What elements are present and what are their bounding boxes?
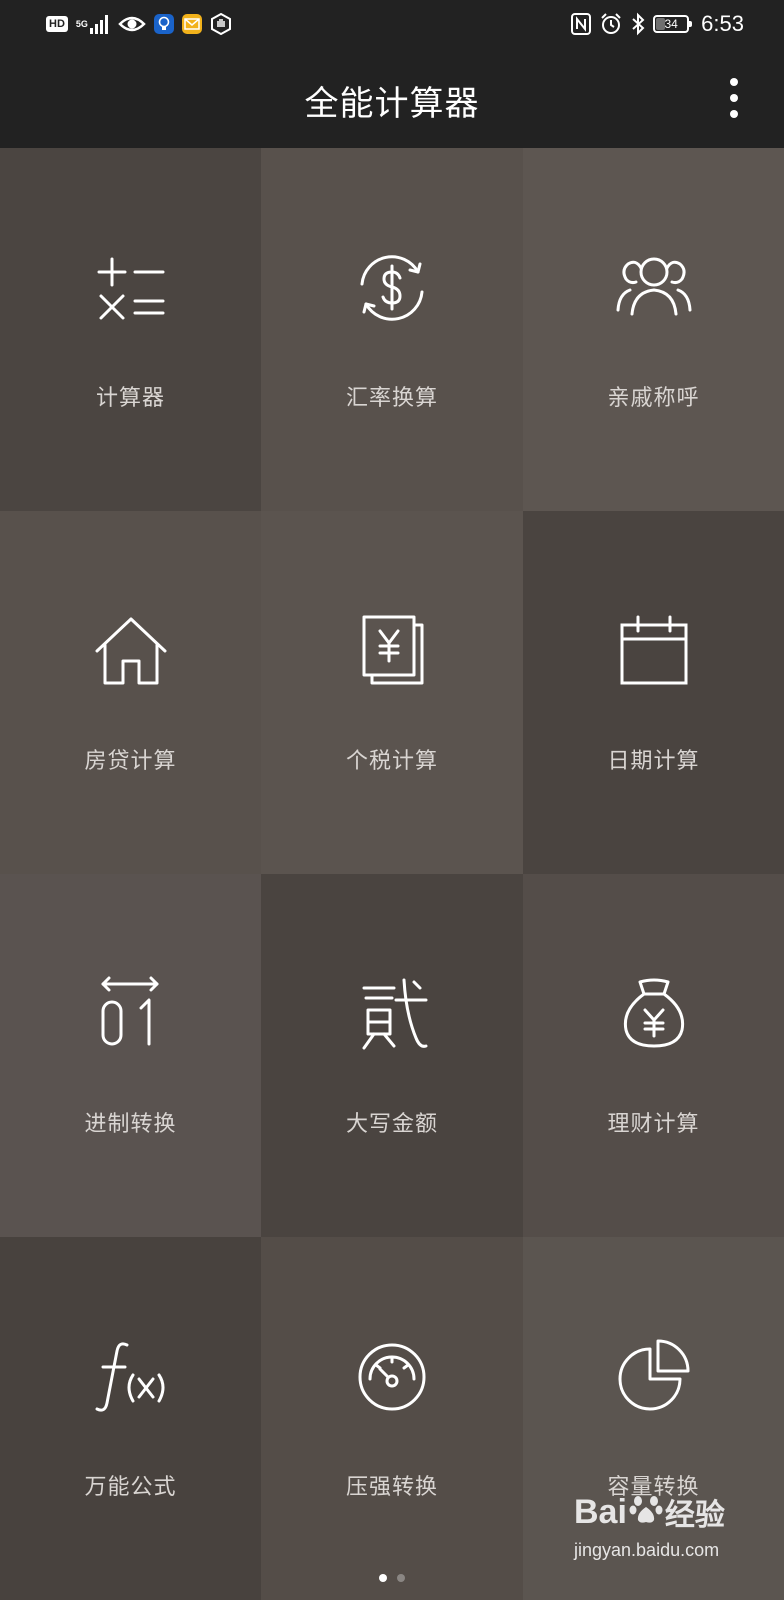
tile-mortgage[interactable]: 房贷计算	[0, 511, 261, 874]
tile-label: 理财计算	[607, 1112, 700, 1137]
tile-date[interactable]: 日期计算	[523, 511, 784, 874]
paw-icon	[629, 1491, 663, 1534]
tile-base-conversion[interactable]: 进制转换	[0, 874, 261, 1237]
tile-label: 压强转换	[345, 1475, 438, 1500]
network-type: 5G	[75, 18, 88, 29]
lightbulb-app-icon	[153, 14, 174, 34]
battery-level: 34	[664, 17, 678, 31]
tile-pressure[interactable]: 压强转换	[261, 1237, 523, 1600]
tile-label: 日期计算	[607, 749, 700, 774]
money-bag-icon	[614, 974, 694, 1054]
status-left: HD 5G	[46, 12, 232, 36]
hd-badge: HD	[46, 16, 68, 32]
page-dot-1[interactable]	[379, 1574, 387, 1582]
tile-relatives[interactable]: 亲戚称呼	[523, 148, 784, 511]
mail-app-icon	[181, 14, 202, 34]
watermark-url: jingyan.baidu.com	[574, 1540, 720, 1560]
tile-calculator[interactable]: 计算器	[0, 148, 261, 511]
watermark-brand-left: Bai	[574, 1492, 627, 1531]
watermark-logo: Bai 经验	[574, 1490, 725, 1534]
tile-label: 计算器	[95, 386, 165, 411]
calendar-icon	[614, 611, 694, 691]
people-group-icon	[614, 248, 694, 328]
baidu-jingyan-watermark: Bai 经验 jingyan.baidu.com	[574, 1480, 744, 1570]
tile-financial[interactable]: 理财计算	[523, 874, 784, 1237]
currency-exchange-icon	[352, 248, 432, 328]
tile-label: 大写金额	[345, 1112, 438, 1137]
tile-label: 进制转换	[84, 1112, 177, 1137]
status-right: 34 6:53	[571, 10, 744, 38]
tax-document-icon	[352, 611, 432, 691]
status-time: 6:53	[701, 11, 744, 36]
more-vertical-icon	[730, 78, 738, 86]
signal-icon: 5G	[76, 14, 110, 34]
tile-capital-amount[interactable]: 大写金额	[261, 874, 523, 1237]
page-title: 全能计算器	[304, 84, 480, 124]
screen: HD 5G 34 6:53 全能计算器 计算器 汇率换算 亲戚称呼 房贷计算 个…	[0, 0, 784, 1600]
battery-icon: 34	[653, 15, 693, 33]
hand-shield-icon	[210, 13, 232, 35]
tile-label: 万能公式	[84, 1475, 177, 1500]
tile-formula[interactable]: 万能公式	[0, 1237, 261, 1600]
tile-label: 汇率换算	[345, 386, 438, 411]
alarm-icon	[599, 12, 623, 36]
more-options-button[interactable]	[724, 78, 744, 118]
watermark-brand-right: 经验	[664, 1498, 725, 1533]
tile-label: 房贷计算	[84, 749, 177, 774]
app-bar: 全能计算器	[0, 48, 784, 148]
pressure-gauge-icon	[352, 1337, 432, 1417]
tile-label: 个税计算	[345, 749, 438, 774]
nfc-icon	[571, 13, 592, 35]
bluetooth-icon	[631, 12, 645, 36]
pie-chart-icon	[614, 1337, 694, 1417]
eye-icon	[118, 14, 146, 34]
tool-grid: 计算器 汇率换算 亲戚称呼 房贷计算 个税计算 日期计算 进制转换 大写金额 理…	[0, 148, 784, 1600]
calculator-icon	[91, 248, 171, 328]
binary-convert-icon	[91, 974, 171, 1054]
tile-label: 亲戚称呼	[607, 386, 700, 411]
tile-income-tax[interactable]: 个税计算	[261, 511, 523, 874]
function-icon	[91, 1337, 171, 1417]
house-icon	[91, 611, 171, 691]
page-indicator	[0, 1574, 784, 1582]
tile-exchange-rate[interactable]: 汇率换算	[261, 148, 523, 511]
chinese-numeral-icon	[352, 974, 432, 1054]
status-bar: HD 5G 34 6:53	[0, 0, 784, 48]
page-dot-2[interactable]	[397, 1574, 405, 1582]
